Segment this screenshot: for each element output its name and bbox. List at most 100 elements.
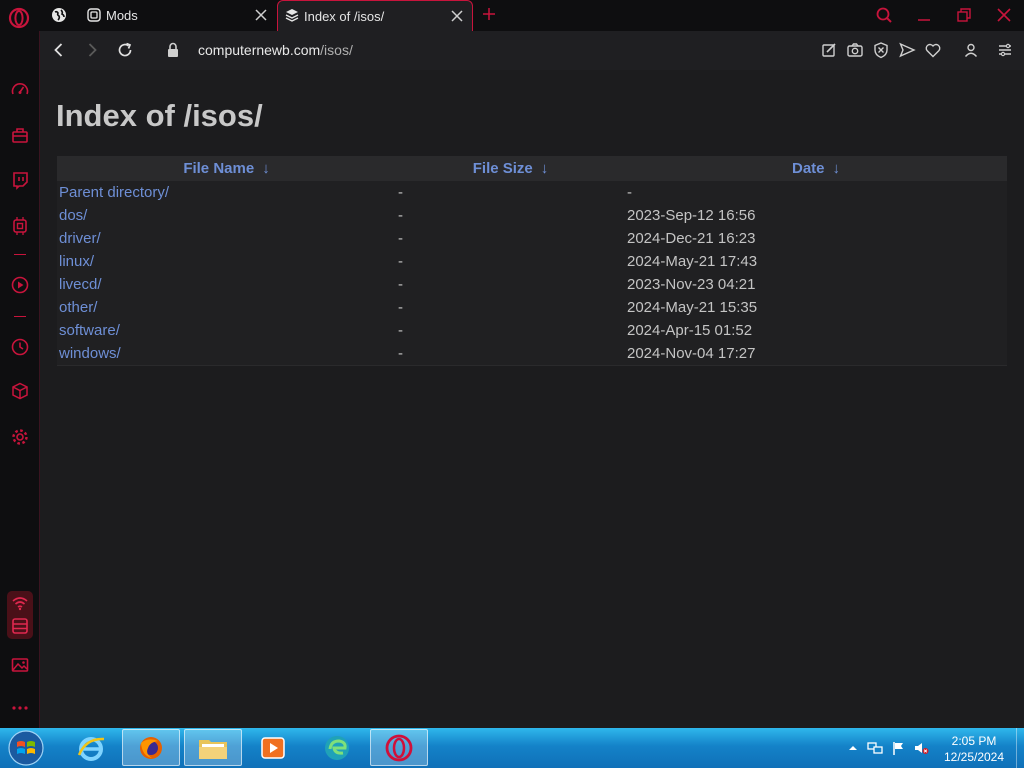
box-icon[interactable] — [10, 381, 30, 401]
gallery-icon[interactable] — [10, 655, 30, 675]
speed-dial-icon[interactable] — [10, 80, 30, 100]
file-date: 2024-Apr-15 01:52 — [627, 322, 753, 339]
file-link[interactable]: dos/ — [57, 204, 396, 227]
file-date: 2023-Nov-23 04:21 — [627, 276, 756, 293]
search-tabs-icon[interactable] — [875, 6, 893, 24]
opera-icon — [384, 733, 414, 763]
edit-icon[interactable] — [820, 41, 838, 59]
file-explorer-taskbar-button[interactable] — [184, 729, 242, 766]
address-bar: computernewb.com/isos/ — [40, 31, 1024, 70]
show-hidden-icons-icon[interactable] — [845, 740, 861, 756]
column-header-file-name[interactable]: File Name ↓ — [57, 156, 396, 181]
url-field[interactable]: computernewb.com/isos/ — [198, 42, 353, 58]
column-header-date[interactable]: Date ↓ — [625, 156, 1007, 181]
file-size: - — [398, 299, 403, 316]
file-date: 2024-May-21 17:43 — [627, 253, 758, 270]
send-icon[interactable] — [898, 41, 916, 59]
sort-arrow-icon: ↓ — [540, 160, 549, 177]
windows-start-icon[interactable] — [6, 729, 46, 767]
table-row: software/ - 2024-Apr-15 01:52 — [57, 319, 1007, 342]
sidebar-separator — [14, 316, 26, 317]
restore-icon[interactable] — [955, 6, 973, 24]
file-link[interactable]: windows/ — [57, 342, 396, 366]
lock-icon[interactable] — [166, 42, 180, 58]
volume-muted-icon[interactable] — [913, 740, 929, 756]
close-window-icon[interactable] — [995, 6, 1013, 24]
firefox-icon — [136, 733, 166, 763]
media-player-taskbar-button[interactable] — [244, 729, 302, 766]
file-size: - — [398, 207, 403, 224]
reload-icon[interactable] — [116, 41, 134, 59]
settings-icon[interactable] — [10, 427, 30, 447]
table-row: driver/ - 2024-Dec-21 16:23 — [57, 227, 1007, 250]
internet-explorer-taskbar-button[interactable] — [62, 729, 120, 766]
file-link[interactable]: Parent directory/ — [57, 181, 396, 204]
column-header-label: File Name — [183, 160, 255, 177]
page-title: Index of /isos/ — [56, 98, 263, 133]
sidebar-separator — [14, 254, 26, 255]
column-header-label: File Size — [472, 160, 533, 177]
opera-logo-icon[interactable] — [8, 7, 30, 29]
network-tray-icon[interactable] — [867, 740, 883, 756]
system-clock[interactable]: 2:05 PM 12/25/2024 — [936, 733, 1012, 765]
new-tab-icon[interactable] — [480, 5, 498, 23]
file-link[interactable]: driver/ — [57, 227, 396, 250]
chip-icon[interactable] — [10, 216, 30, 236]
table-row: windows/ - 2024-Nov-04 17:27 — [57, 342, 1007, 366]
internet-explorer-icon — [76, 733, 106, 763]
globe-icon — [51, 7, 67, 23]
profile-icon[interactable] — [962, 41, 980, 59]
clock-date: 12/25/2024 — [943, 750, 1005, 764]
camera-icon[interactable] — [846, 41, 864, 59]
file-link[interactable]: livecd/ — [57, 273, 396, 296]
tab-strip: Mods Index of /isos/ — [0, 0, 1024, 31]
back-icon[interactable] — [50, 41, 68, 59]
show-desktop-button[interactable] — [1016, 728, 1024, 768]
file-size: - — [398, 276, 403, 293]
file-link[interactable]: linux/ — [57, 250, 396, 273]
heart-icon[interactable] — [924, 41, 942, 59]
file-size: - — [398, 253, 403, 270]
firefox-taskbar-button[interactable] — [122, 729, 180, 766]
close-tab-icon[interactable] — [254, 8, 268, 22]
sort-arrow-icon: ↓ — [262, 160, 270, 177]
opera-taskbar-button[interactable] — [370, 729, 428, 766]
sidebar — [0, 31, 40, 728]
table-row: dos/ - 2023-Sep-12 16:56 — [57, 204, 1007, 227]
tab-pinned-globe[interactable] — [44, 0, 74, 30]
column-header-label: Date — [791, 160, 825, 177]
table-header-row: File Name ↓ File Size ↓ Date ↓ — [57, 156, 1007, 181]
shopping-icon[interactable] — [10, 125, 30, 145]
edge-taskbar-button[interactable] — [308, 729, 366, 766]
url-path: /isos/ — [320, 42, 353, 58]
page-content: Index of /isos/ File Name ↓ File Size ↓ Da… — [40, 70, 1024, 728]
file-date: 2024-May-21 15:35 — [627, 299, 758, 316]
table-row: Parent directory/ - - — [57, 181, 1007, 204]
file-size: - — [398, 184, 403, 201]
action-center-flag-icon[interactable] — [891, 740, 907, 756]
file-link[interactable]: other/ — [57, 296, 396, 319]
history-icon[interactable] — [10, 337, 30, 357]
tab-label: Mods — [106, 7, 138, 23]
column-header-file-size[interactable]: File Size ↓ — [396, 156, 625, 181]
twitch-icon[interactable] — [10, 170, 30, 190]
mods-icon — [86, 7, 102, 23]
file-explorer-icon — [197, 734, 229, 762]
file-date: 2024-Dec-21 16:23 — [627, 230, 756, 247]
tab-label: Index of /isos/ — [304, 8, 385, 24]
minimize-icon[interactable] — [915, 6, 933, 24]
sidebar-network-panel[interactable] — [7, 591, 33, 639]
tab-mods[interactable]: Mods — [80, 0, 276, 30]
tab-index-of-isos[interactable]: Index of /isos/ — [277, 0, 473, 31]
file-date: 2023-Sep-12 16:56 — [627, 207, 756, 224]
table-row: other/ - 2024-May-21 15:35 — [57, 296, 1007, 319]
file-size: - — [398, 322, 403, 339]
forward-icon[interactable] — [83, 41, 101, 59]
shield-icon[interactable] — [872, 41, 890, 59]
player-icon[interactable] — [10, 275, 30, 295]
more-icon[interactable] — [10, 698, 30, 718]
file-link[interactable]: software/ — [57, 319, 396, 342]
close-tab-icon[interactable] — [450, 9, 464, 23]
menu-icon[interactable] — [996, 41, 1014, 59]
network-icon — [11, 595, 29, 611]
